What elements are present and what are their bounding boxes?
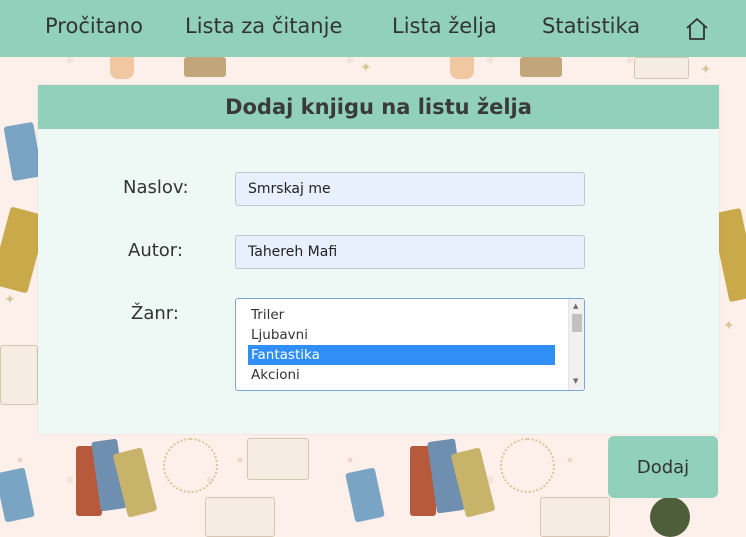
nav-item-lista-za-citanje[interactable]: Lista za čitanje [185, 14, 342, 38]
wishlist-form-card: Dodaj knjigu na listu želja Naslov: Auto… [38, 85, 719, 434]
nav-item-lista-zelja[interactable]: Lista želja [392, 14, 497, 38]
navbar: Pročitano Lista za čitanje Lista želja S… [0, 0, 746, 57]
nav-item-procitano[interactable]: Pročitano [45, 14, 143, 38]
author-input[interactable] [235, 235, 585, 269]
title-label: Naslov: [123, 177, 189, 198]
add-button[interactable]: Dodaj [608, 436, 718, 498]
listbox-scrollbar[interactable]: ▲ ▼ [568, 299, 584, 390]
home-icon[interactable] [684, 16, 710, 42]
scroll-up-icon[interactable]: ▲ [573, 302, 578, 310]
genre-listbox[interactable]: Triler Ljubavni Fantastika Akcioni ▲ ▼ [235, 298, 585, 391]
title-input[interactable] [235, 172, 585, 206]
genre-option-selected[interactable]: Fantastika [248, 345, 555, 365]
scroll-thumb[interactable] [572, 314, 582, 332]
nav-item-statistika[interactable]: Statistika [542, 14, 640, 38]
genre-label: Žanr: [131, 303, 179, 324]
card-header: Dodaj knjigu na listu želja [38, 85, 719, 129]
scroll-down-icon[interactable]: ▼ [573, 377, 578, 385]
page-title: Dodaj knjigu na listu želja [225, 95, 532, 119]
genre-option[interactable]: Akcioni [248, 365, 555, 385]
genre-option[interactable]: Ljubavni [248, 325, 555, 345]
genre-option[interactable]: Triler [248, 305, 555, 325]
author-label: Autor: [128, 240, 183, 261]
